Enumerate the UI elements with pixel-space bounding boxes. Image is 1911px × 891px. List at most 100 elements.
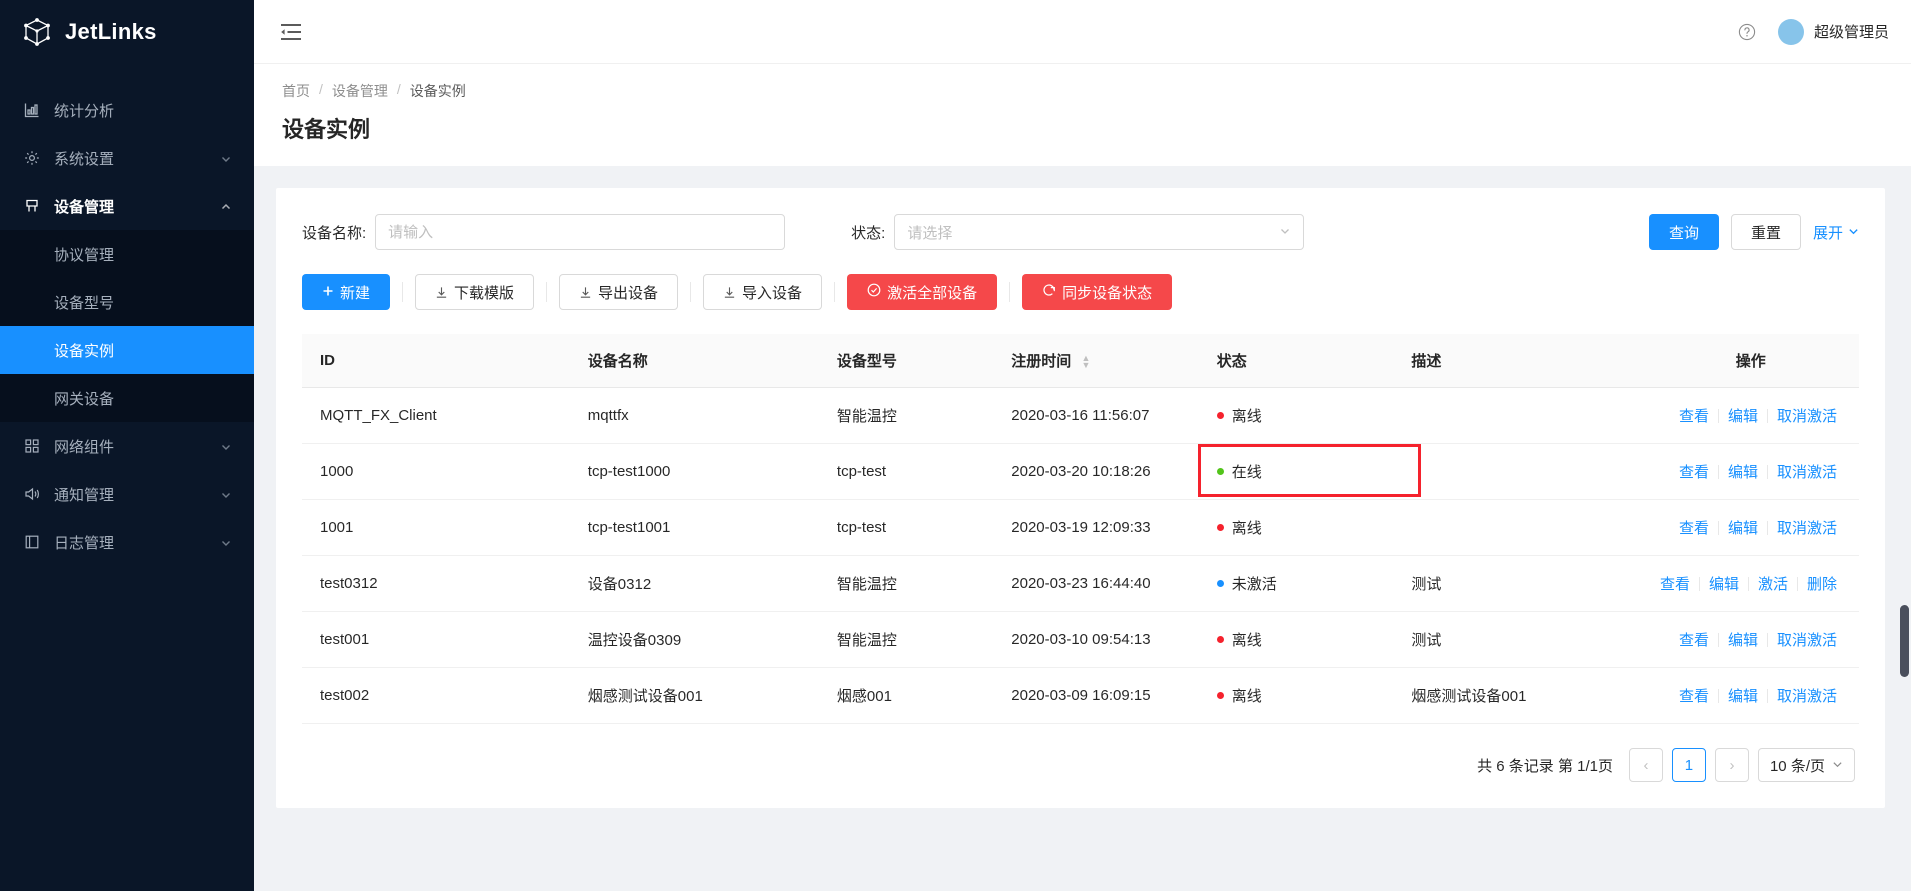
operation-link-取消激活[interactable]: 取消激活: [1777, 461, 1837, 482]
sync-status-button[interactable]: 同步设备状态: [1022, 274, 1172, 310]
cell-description: [1393, 500, 1642, 556]
pagination-prev-button[interactable]: ‹: [1629, 748, 1663, 782]
export-device-button[interactable]: 导出设备: [559, 274, 678, 310]
download-icon: [723, 286, 736, 299]
operation-link-编辑[interactable]: 编辑: [1728, 405, 1758, 426]
operation-link-取消激活[interactable]: 取消激活: [1777, 629, 1837, 650]
operation-link-查看[interactable]: 查看: [1660, 573, 1690, 594]
cell-operations: 查看编辑取消激活: [1643, 500, 1859, 556]
main-area: 超级管理员 首页 / 设备管理 / 设备实例 设备实例 设备名称: 状态:: [254, 0, 1911, 891]
operation-link-查看[interactable]: 查看: [1679, 685, 1709, 706]
activate-all-button[interactable]: 激活全部设备: [847, 274, 997, 310]
cell-device-model: 智能温控: [819, 388, 993, 444]
menu-fold-icon[interactable]: [280, 23, 302, 41]
status-dot-icon: [1217, 580, 1224, 587]
brand-logo[interactable]: JetLinks: [0, 0, 254, 64]
column-header-status: 状态: [1199, 334, 1394, 388]
page-size-select[interactable]: 10 条/页: [1758, 748, 1855, 782]
operation-link-编辑[interactable]: 编辑: [1728, 629, 1758, 650]
expand-filters-button[interactable]: 展开: [1813, 222, 1859, 243]
reset-button[interactable]: 重置: [1731, 214, 1801, 250]
filter-bar: 设备名称: 状态: 请选择 查询 重置 展开: [302, 214, 1859, 250]
sort-arrows-icon[interactable]: ▲▼: [1081, 355, 1090, 369]
sidebar-item-protocol-management[interactable]: 协议管理: [0, 230, 254, 278]
device-name-input[interactable]: [375, 214, 785, 250]
breadcrumb-item-device-instance: 设备实例: [410, 81, 466, 101]
operation-link-激活[interactable]: 激活: [1758, 573, 1788, 594]
chevron-up-icon: [220, 200, 232, 212]
vertical-scrollbar-thumb[interactable]: [1900, 605, 1909, 677]
status-select[interactable]: 请选择: [894, 214, 1304, 250]
operation-divider: [1718, 409, 1719, 423]
operation-link-编辑[interactable]: 编辑: [1728, 461, 1758, 482]
table-row: test0312设备0312智能温控2020-03-23 16:44:40未激活…: [302, 556, 1859, 612]
breadcrumb: 首页 / 设备管理 / 设备实例: [282, 81, 1911, 101]
operation-link-取消激活[interactable]: 取消激活: [1777, 405, 1837, 426]
import-device-button[interactable]: 导入设备: [703, 274, 822, 310]
operation-link-查看[interactable]: 查看: [1679, 629, 1709, 650]
operation-link-取消激活[interactable]: 取消激活: [1777, 685, 1837, 706]
question-circle-icon[interactable]: [1738, 23, 1756, 41]
sidebar-item-gateway-device[interactable]: 网关设备: [0, 374, 254, 422]
cell-device-model: 智能温控: [819, 556, 993, 612]
operation-link-查看[interactable]: 查看: [1679, 517, 1709, 538]
sidebar-item-system-settings[interactable]: 系统设置: [0, 134, 254, 182]
pagination: 共 6 条记录 第 1/1页 ‹ 1 › 10 条/页: [302, 748, 1859, 782]
table-header-row: ID 设备名称 设备型号 注册时间 ▲▼ 状态 描述 操作: [302, 334, 1859, 388]
operation-divider: [1767, 633, 1768, 647]
operation-link-取消激活[interactable]: 取消激活: [1777, 517, 1837, 538]
operation-link-删除[interactable]: 删除: [1807, 573, 1837, 594]
cell-status: 离线: [1199, 668, 1394, 724]
download-template-button[interactable]: 下载模版: [415, 274, 534, 310]
cell-status: 离线: [1199, 388, 1394, 444]
operation-divider: [1718, 633, 1719, 647]
check-circle-icon: [867, 283, 881, 301]
status-label: 未激活: [1232, 573, 1277, 594]
operation-divider: [1718, 521, 1719, 535]
cell-device-name: tcp-test1001: [570, 500, 819, 556]
breadcrumb-item-home[interactable]: 首页: [282, 81, 310, 101]
pagination-next-button[interactable]: ›: [1715, 748, 1749, 782]
sync-status-label: 同步设备状态: [1062, 282, 1152, 303]
operation-link-查看[interactable]: 查看: [1679, 405, 1709, 426]
status-dot-icon: [1217, 636, 1224, 643]
sidebar-item-statistics[interactable]: 统计分析: [0, 86, 254, 134]
column-header-registered-at[interactable]: 注册时间 ▲▼: [993, 334, 1199, 388]
user-menu[interactable]: 超级管理员: [1778, 19, 1889, 45]
page-size-label: 10 条/页: [1770, 755, 1825, 776]
chevron-down-icon: [1848, 224, 1859, 241]
cell-registered-at: 2020-03-10 09:54:13: [993, 612, 1199, 668]
operation-divider: [1797, 577, 1798, 591]
table-row: 1000tcp-test1000tcp-test2020-03-20 10:18…: [302, 444, 1859, 500]
sidebar-item-log-management[interactable]: 日志管理: [0, 518, 254, 566]
create-button[interactable]: 新建: [302, 274, 390, 310]
query-button[interactable]: 查询: [1649, 214, 1719, 250]
sidebar-item-device-management[interactable]: 设备管理: [0, 182, 254, 230]
column-header-name: 设备名称: [570, 334, 819, 388]
operation-link-编辑[interactable]: 编辑: [1728, 685, 1758, 706]
breadcrumb-item-device-management[interactable]: 设备管理: [332, 81, 388, 101]
cell-device-model: 烟感001: [819, 668, 993, 724]
status-dot-icon: [1217, 412, 1224, 419]
table-row: 1001tcp-test1001tcp-test2020-03-19 12:09…: [302, 500, 1859, 556]
operation-link-查看[interactable]: 查看: [1679, 461, 1709, 482]
filter-actions: 查询 重置 展开: [1649, 214, 1859, 250]
column-header-operations: 操作: [1643, 334, 1859, 388]
sidebar-item-label: 系统设置: [54, 148, 220, 169]
chevron-down-icon: [1832, 757, 1843, 774]
operation-divider: [1767, 521, 1768, 535]
cell-id: MQTT_FX_Client: [302, 388, 570, 444]
sidebar-item-device-instance[interactable]: 设备实例: [0, 326, 254, 374]
column-header-id: ID: [302, 334, 570, 388]
sidebar-item-notification-management[interactable]: 通知管理: [0, 470, 254, 518]
cell-device-name: tcp-test1000: [570, 444, 819, 500]
operation-link-编辑[interactable]: 编辑: [1709, 573, 1739, 594]
chevron-down-icon: [220, 488, 232, 500]
sidebar-item-device-model[interactable]: 设备型号: [0, 278, 254, 326]
operation-divider: [1699, 577, 1700, 591]
cell-device-name: 烟感测试设备001: [570, 668, 819, 724]
sidebar-item-network-components[interactable]: 网络组件: [0, 422, 254, 470]
cell-description: [1393, 444, 1642, 500]
operation-link-编辑[interactable]: 编辑: [1728, 517, 1758, 538]
pagination-page-1[interactable]: 1: [1672, 748, 1706, 782]
